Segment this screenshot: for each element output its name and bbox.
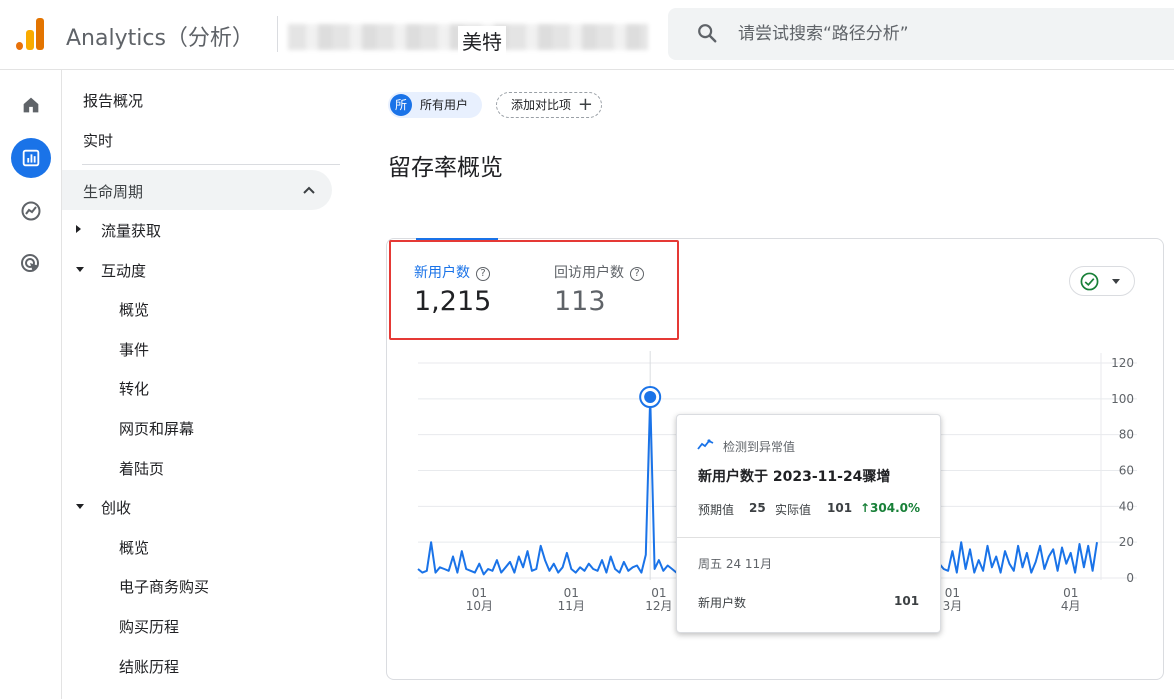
anomaly-icon <box>697 439 714 450</box>
nav-engagement-overview[interactable]: 概览 <box>119 299 149 320</box>
tooltip-actual-label: 实际值 <box>775 503 812 517</box>
tooltip-expected-label: 预期值 <box>698 503 735 517</box>
top-bar: Analytics（分析） 美特 <box>0 0 1174 70</box>
tooltip-date: 周五 24 11月 <box>698 557 773 571</box>
anomaly-marker[interactable] <box>644 391 657 404</box>
nav-monetization-checkout-journey[interactable]: 结账历程 <box>119 656 179 677</box>
nav-divider <box>82 164 340 165</box>
x-tick-month: 3月 <box>943 599 963 613</box>
nav-group-acquisition[interactable]: 流量获取 <box>101 220 161 241</box>
x-tick-day: 01 <box>1063 586 1078 600</box>
nav-engagement-pages[interactable]: 网页和屏幕 <box>119 418 194 439</box>
tooltip-header: 检测到异常值 <box>723 440 796 454</box>
caret-down-icon[interactable] <box>76 504 84 509</box>
header-divider <box>277 16 278 52</box>
nav-group-monetization[interactable]: 创收 <box>101 497 131 518</box>
y-tick-label: 120 <box>1111 356 1134 370</box>
x-tick-day: 01 <box>472 586 487 600</box>
nav-engagement-conversions[interactable]: 转化 <box>119 378 149 399</box>
search-box[interactable] <box>668 8 1174 60</box>
nav-monetization-ecommerce[interactable]: 电子商务购买 <box>119 576 209 597</box>
y-tick-label: 80 <box>1119 428 1134 442</box>
nav-section-label: 生命周期 <box>83 183 144 201</box>
nav-section-lifecycle[interactable]: 生命周期 <box>62 170 332 210</box>
y-tick-label: 40 <box>1119 499 1134 513</box>
advertising-icon[interactable] <box>11 244 51 284</box>
tooltip-actual-value: 101 <box>827 501 853 515</box>
y-tick-label: 60 <box>1119 464 1134 478</box>
report-navigation: 报告概况 实时 生命周期 流量获取 互动度 概览 事件 转化 网页和屏幕 着陆页… <box>62 70 344 699</box>
tooltip-change: ↑304.0% <box>860 501 921 515</box>
search-icon <box>698 24 717 43</box>
nav-realtime[interactable]: 实时 <box>83 130 113 151</box>
caret-right-icon[interactable] <box>76 225 81 233</box>
tooltip-divider <box>677 537 940 538</box>
y-tick-label: 0 <box>1126 571 1134 585</box>
tooltip-metric-label: 新用户数 <box>698 596 747 610</box>
tooltip-expected-value: 25 <box>749 501 766 515</box>
left-rail <box>0 70 62 699</box>
app-title[interactable]: Analytics（分析） <box>66 20 254 52</box>
caret-down-icon[interactable] <box>76 267 84 272</box>
main-content: 所 所有用户 添加对比项 + 留存率概览 新用户数? 1,215 回访用户数? … <box>344 70 1174 699</box>
nav-engagement-events[interactable]: 事件 <box>119 339 149 360</box>
x-tick-month: 4月 <box>1061 599 1081 613</box>
nav-monetization-overview[interactable]: 概览 <box>119 537 149 558</box>
y-tick-label: 20 <box>1119 535 1134 549</box>
x-tick-day: 01 <box>651 586 666 600</box>
nav-monetization-purchase-journey[interactable]: 购买历程 <box>119 616 179 637</box>
account-name[interactable]: 美特 <box>458 26 506 55</box>
explore-icon[interactable] <box>11 191 51 231</box>
chevron-up-icon <box>303 186 315 194</box>
x-tick-month: 10月 <box>466 599 493 613</box>
reports-icon[interactable] <box>11 138 51 178</box>
search-input[interactable] <box>738 22 1138 46</box>
tooltip-metric-value: 101 <box>894 594 920 608</box>
tooltip-title: 新用户数于 2023-11-24骤增 <box>698 469 891 485</box>
home-icon[interactable] <box>11 85 51 125</box>
nav-engagement-landing[interactable]: 着陆页 <box>119 458 164 479</box>
nav-group-engagement[interactable]: 互动度 <box>101 260 146 281</box>
analytics-logo-icon[interactable] <box>16 18 46 50</box>
x-tick-month: 11月 <box>558 599 585 613</box>
x-tick-day: 01 <box>945 586 960 600</box>
nav-reports-snapshot[interactable]: 报告概况 <box>83 90 143 111</box>
x-tick-day: 01 <box>564 586 579 600</box>
anomaly-tooltip: 检测到异常值 新用户数于 2023-11-24骤增 预期值 25 实际值 101… <box>676 414 941 633</box>
x-tick-month: 12月 <box>645 599 672 613</box>
y-tick-label: 100 <box>1111 392 1134 406</box>
